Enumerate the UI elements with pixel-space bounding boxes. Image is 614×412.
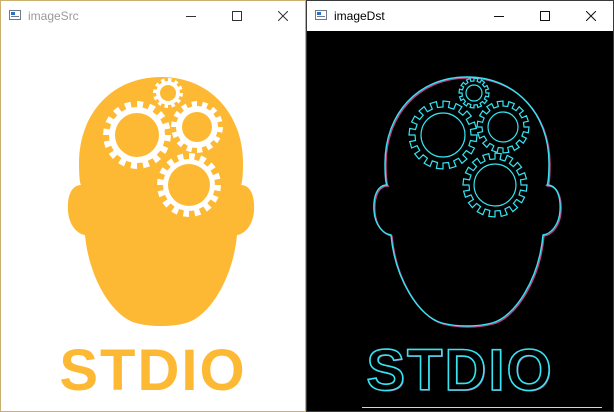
scan-line [362, 407, 602, 408]
gear-medium-edge-hub [487, 111, 519, 143]
maximize-icon [540, 11, 550, 21]
logo-wordmark: STDIO [59, 338, 247, 403]
app-window-icon[interactable] [315, 10, 327, 20]
gear-large-hub [115, 113, 159, 157]
image-view: STDIO [1, 31, 305, 411]
gear-lower-hub [168, 164, 210, 206]
minimize-icon [186, 16, 196, 17]
gear-small-edge-icon [458, 77, 490, 109]
gear-large-edge-hub [420, 112, 466, 158]
close-icon [586, 11, 596, 21]
title-bar[interactable]: imageDst [307, 1, 613, 31]
gear-medium-hub [182, 112, 212, 142]
minimize-button[interactable] [168, 1, 214, 31]
app-window-icon[interactable] [9, 10, 21, 20]
gear-large-edge-icon [408, 100, 478, 170]
maximize-button[interactable] [522, 1, 568, 31]
close-icon [278, 11, 288, 21]
image-view: STDIO [307, 31, 613, 411]
gear-small-edge-hub [465, 84, 483, 102]
gear-lower-edge-hub [473, 163, 517, 207]
minimize-icon [494, 16, 504, 17]
close-button[interactable] [260, 1, 305, 31]
head-outline [373, 76, 561, 327]
maximize-icon [232, 11, 242, 21]
gear-medium-edge-icon [476, 100, 530, 154]
gear-lower-edge-icon [462, 152, 528, 218]
gear-small-hub [160, 85, 176, 101]
maximize-button[interactable] [214, 1, 260, 31]
minimize-button[interactable] [476, 1, 522, 31]
window-title: imageDst [334, 9, 385, 23]
close-button[interactable] [568, 1, 613, 31]
window-title: imageSrc [28, 9, 79, 23]
window-image-src[interactable]: imageSrc STDIO [0, 0, 306, 412]
window-image-dst[interactable]: imageDst STDIO [306, 0, 614, 412]
logo-wordmark-edges: STDIO [366, 338, 554, 404]
title-bar[interactable]: imageSrc [1, 1, 305, 31]
